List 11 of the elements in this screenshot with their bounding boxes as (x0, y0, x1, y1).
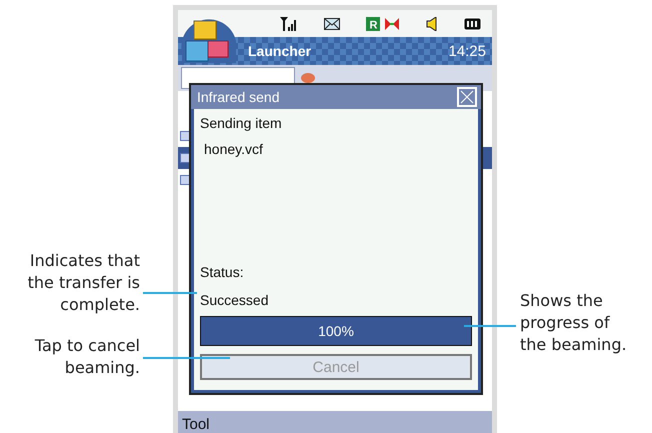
callout-text: Shows the progress of the beaming. (520, 290, 627, 356)
app-title: Launcher (248, 43, 312, 59)
dialog-title: Infrared send (197, 89, 280, 105)
file-name: honey.vcf (203, 141, 264, 157)
clock: 14:25 (448, 42, 486, 60)
status-value: Successed (200, 292, 270, 308)
sending-label: Sending item (200, 115, 283, 131)
status-label: Status: (200, 264, 245, 280)
progress-reading: 100% (317, 322, 355, 341)
callout-text: Indicates that the transfer is complete. (28, 250, 140, 316)
callout-text: Tap to cancel beaming. (34, 335, 140, 379)
